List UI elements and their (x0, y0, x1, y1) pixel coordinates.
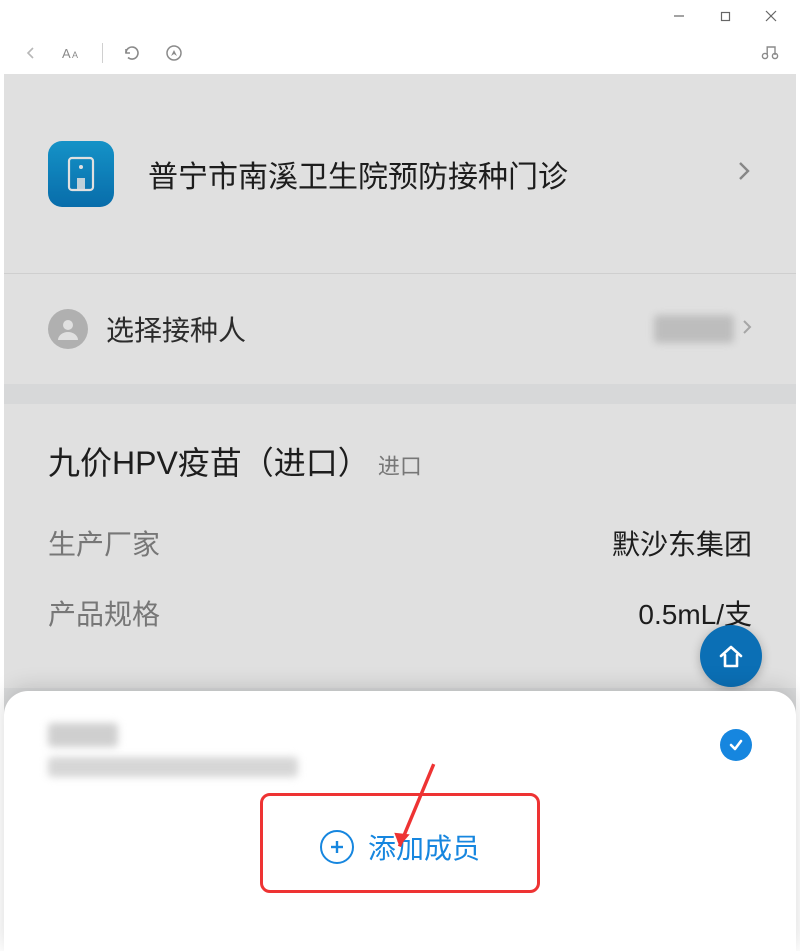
member-detail (48, 757, 298, 777)
content-area: 普宁市南溪卫生院预防接种门诊 选择接种人 九价HPV疫苗（进口） (0, 74, 800, 951)
add-member-label: 添加成员 (368, 827, 480, 867)
window-maximize-button[interactable] (702, 0, 748, 32)
refresh-button[interactable] (115, 36, 149, 70)
window-close-button[interactable] (748, 0, 794, 32)
add-member-wrap: 添加成员 (4, 809, 796, 885)
back-button[interactable] (14, 36, 48, 70)
manufacturer-label: 生产厂家 (48, 523, 160, 563)
svg-text:A: A (62, 46, 71, 61)
floating-home-button[interactable] (700, 625, 762, 687)
member-select-sheet: 添加成员 (4, 691, 796, 951)
spec-row: 产品规格 0.5mL/支 (48, 578, 752, 648)
font-size-button[interactable]: A A (56, 36, 90, 70)
spec-label: 产品规格 (48, 593, 160, 633)
add-member-button[interactable]: 添加成员 (280, 809, 520, 885)
selected-check-icon (720, 729, 752, 761)
svg-text:A: A (72, 50, 78, 60)
clinic-icon (48, 141, 114, 207)
avatar-icon (48, 309, 88, 349)
chevron-right-icon (736, 159, 752, 188)
compass-button[interactable] (157, 36, 191, 70)
manufacturer-row: 生产厂家 默沙东集团 (48, 508, 752, 578)
member-name (48, 723, 118, 747)
window: A A (0, 0, 800, 951)
vaccine-name: 九价HPV疫苗（进口） (48, 438, 370, 484)
person-selector-label: 选择接种人 (106, 309, 654, 349)
vaccine-card: 九价HPV疫苗（进口） 进口 生产厂家 默沙东集团 产品规格 0.5mL/支 (4, 404, 796, 688)
clinic-name: 普宁市南溪卫生院预防接种门诊 (148, 152, 736, 196)
window-minimize-button[interactable] (656, 0, 702, 32)
manufacturer-value: 默沙东集团 (612, 523, 752, 563)
page-content: 普宁市南溪卫生院预防接种门诊 选择接种人 九价HPV疫苗（进口） (4, 74, 796, 951)
member-option[interactable] (4, 691, 796, 787)
person-selected-value (654, 315, 734, 343)
plus-circle-icon (320, 830, 354, 864)
person-selector-row[interactable]: 选择接种人 (4, 274, 796, 384)
vaccine-title-row: 九价HPV疫苗（进口） 进口 (48, 404, 752, 508)
browser-toolbar: A A (0, 32, 800, 74)
earbuds-icon[interactable] (752, 36, 786, 70)
window-titlebar (0, 0, 800, 32)
member-option-text (48, 723, 720, 777)
chevron-right-icon (742, 318, 752, 341)
vaccine-tag: 进口 (378, 449, 422, 481)
toolbar-separator (102, 43, 103, 63)
clinic-row[interactable]: 普宁市南溪卫生院预防接种门诊 (4, 74, 796, 274)
